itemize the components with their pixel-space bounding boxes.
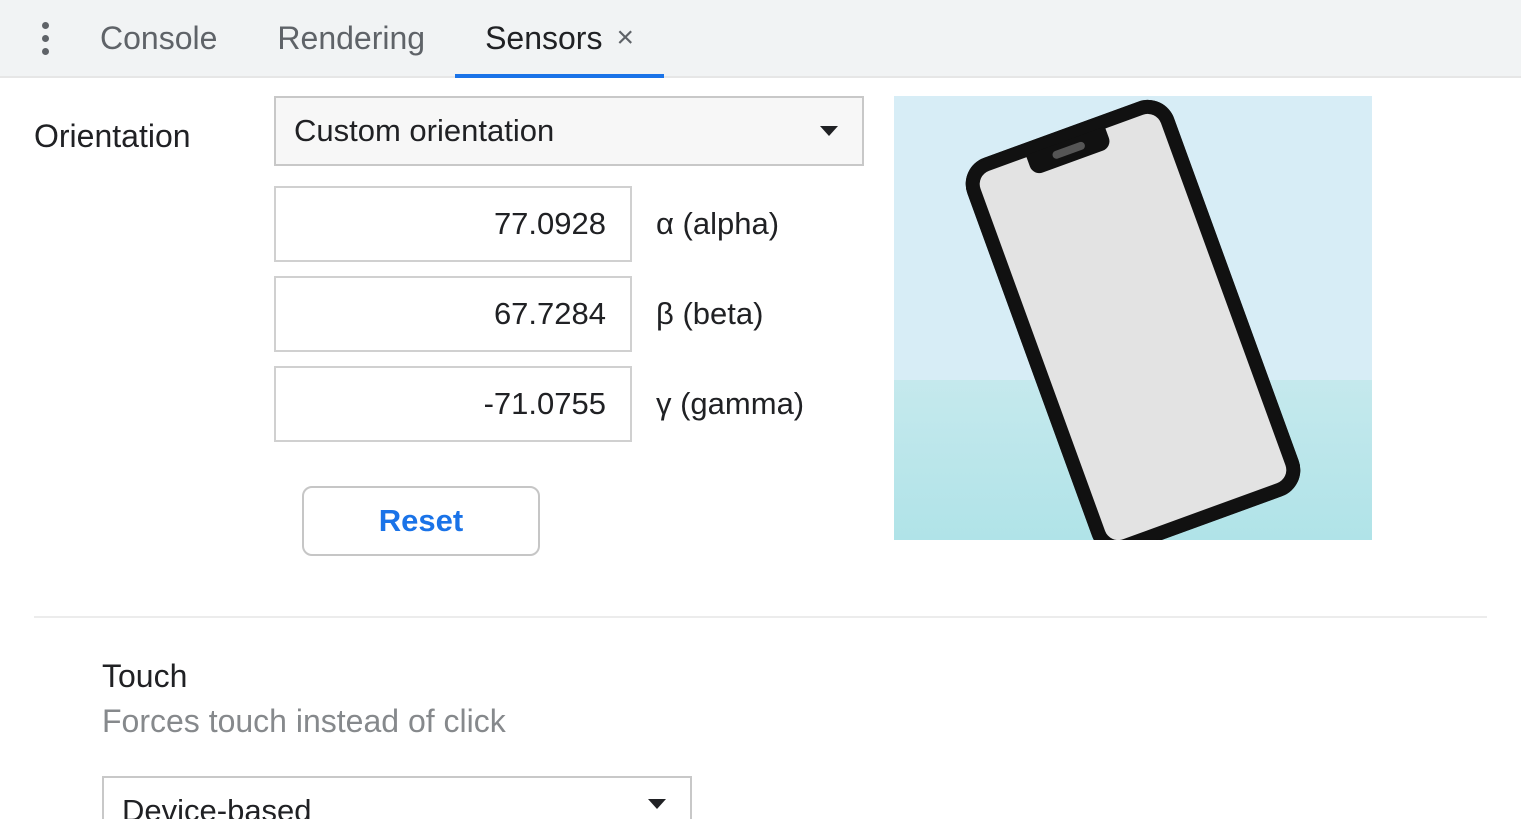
orientation-visualization[interactable]	[894, 96, 1372, 540]
touch-description: Forces touch instead of click	[102, 703, 1487, 740]
select-value: Custom orientation	[294, 113, 554, 149]
reset-button[interactable]: Reset	[302, 486, 540, 556]
chevron-down-icon	[820, 126, 838, 136]
tab-console[interactable]: Console	[70, 0, 247, 76]
touch-title: Touch	[102, 658, 1487, 695]
tab-label: Console	[100, 20, 217, 57]
alpha-input[interactable]	[274, 186, 632, 262]
beta-label: β (beta)	[656, 296, 763, 332]
close-icon[interactable]: ×	[616, 23, 634, 53]
tab-rendering[interactable]: Rendering	[247, 0, 455, 76]
section-divider	[34, 616, 1487, 618]
tab-label: Sensors	[485, 20, 602, 57]
beta-input[interactable]	[274, 276, 632, 352]
orientation-select[interactable]: Custom orientation	[274, 96, 864, 166]
devtools-drawer-tabbar: Console Rendering Sensors ×	[0, 0, 1521, 78]
gamma-label: γ (gamma)	[656, 386, 804, 422]
more-options-icon[interactable]	[20, 22, 70, 55]
chevron-down-icon	[648, 799, 666, 809]
touch-select[interactable]: Device-based	[102, 776, 692, 819]
tab-sensors[interactable]: Sensors ×	[455, 0, 664, 76]
alpha-label: α (alpha)	[656, 206, 779, 242]
select-value: Device-based	[122, 793, 312, 819]
tab-label: Rendering	[277, 20, 425, 57]
gamma-input[interactable]	[274, 366, 632, 442]
orientation-label: Orientation	[34, 96, 274, 155]
sensors-panel: Orientation Custom orientation α (alpha)…	[0, 78, 1521, 819]
